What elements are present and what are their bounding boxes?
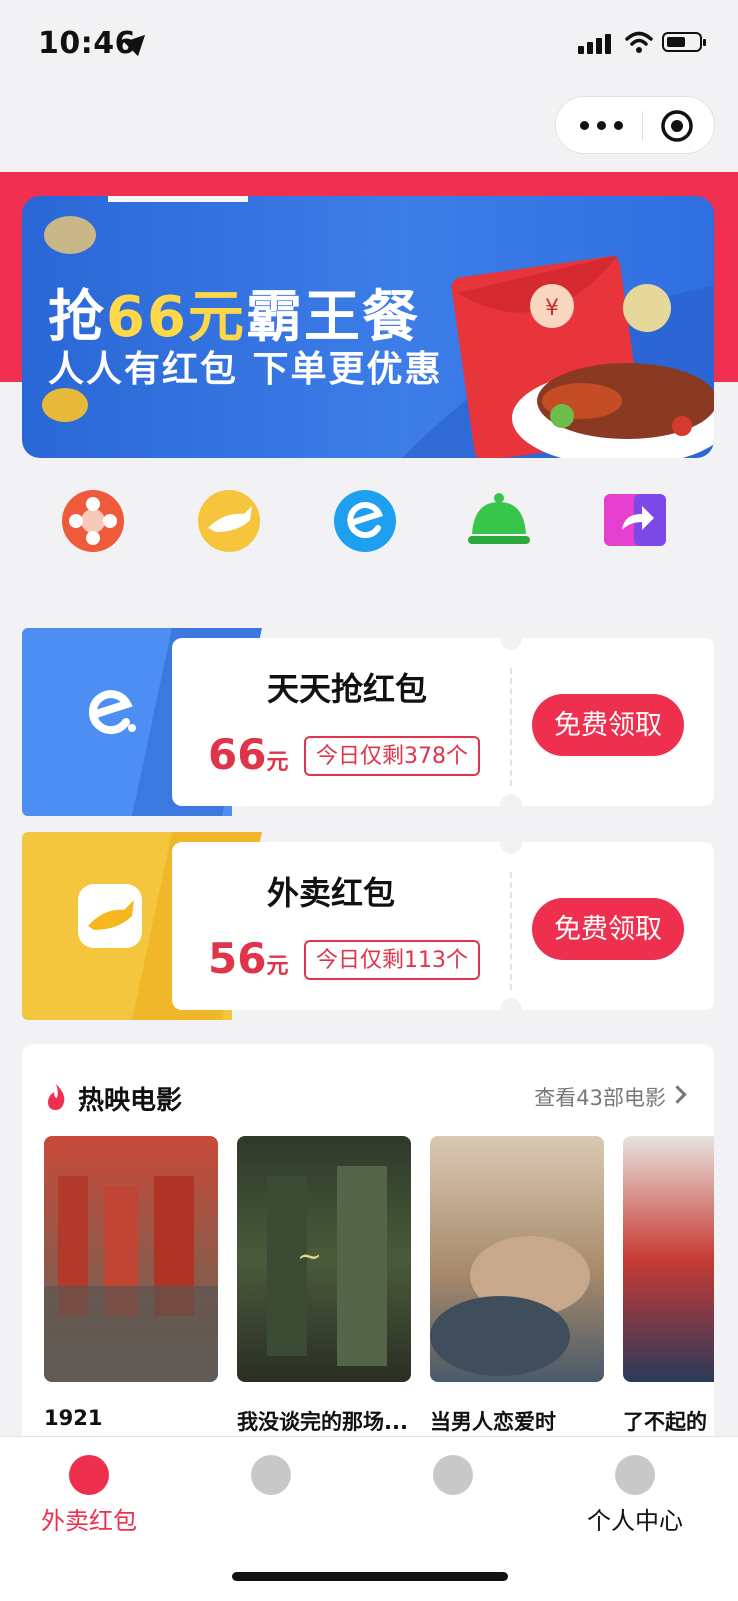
eleme-icon[interactable] — [330, 486, 400, 556]
banner-subtitle: 人人有红包 下单更优惠 — [48, 349, 443, 390]
coupon-amount: 66元 — [208, 730, 289, 779]
miniprogram-capsule — [555, 96, 715, 154]
capsule-divider — [642, 111, 643, 141]
status-time: 10:46 — [38, 26, 136, 61]
tab-profile[interactable]: 个人中心 — [560, 1455, 710, 1535]
status-bar: 10:46 — [0, 0, 738, 100]
kangaroo-tab-icon — [433, 1455, 473, 1495]
section-title: 热映电影 — [78, 1086, 183, 1116]
coupon-stock-badge: 今日仅剩113个 — [304, 940, 480, 980]
coin-decoration — [42, 388, 88, 422]
coupon-divider — [510, 668, 512, 786]
svg-text:~: ~ — [297, 1239, 322, 1274]
movie-reel-icon[interactable] — [58, 486, 128, 556]
share-ticket-icon[interactable] — [600, 486, 670, 556]
food-cloche-icon[interactable] — [464, 486, 534, 556]
movie-title[interactable]: 1921 — [44, 1406, 218, 1430]
coupon-amount: 56元 — [208, 934, 289, 983]
movie-title[interactable]: 了不起的 — [623, 1406, 714, 1436]
kangaroo-logo-icon — [78, 884, 142, 948]
coin-decoration — [44, 216, 96, 254]
movie-poster[interactable] — [430, 1136, 604, 1382]
coupon-title: 外卖红包 — [267, 874, 396, 912]
coupon-card: 外卖红包 56元 今日仅剩113个 免费领取 — [22, 832, 714, 1020]
coupon-card: 天天抢红包 66元 今日仅剩378个 免费领取 — [22, 628, 714, 816]
movie-poster[interactable] — [44, 1136, 218, 1382]
user-avatar-icon — [615, 1455, 655, 1495]
kangaroo-icon[interactable] — [194, 486, 264, 556]
svg-text:¥: ¥ — [545, 296, 559, 321]
movie-poster[interactable]: ~ — [237, 1136, 411, 1382]
view-all-movies-link[interactable]: 查看43部电影 — [534, 1082, 666, 1112]
now-showing-section: 热映电影 查看43部电影 1921 ~ 我没谈完的那场... 当男人恋爱时 了不… — [22, 1044, 714, 1464]
claim-coupon-button[interactable]: 免费领取 — [532, 694, 684, 756]
coupon-divider — [510, 872, 512, 990]
tab-eleme[interactable] — [196, 1455, 346, 1535]
close-miniprogram-icon[interactable] — [660, 109, 694, 143]
battery-icon — [662, 32, 706, 52]
tab-takeout-redpacket[interactable]: 外卖红包 — [14, 1455, 164, 1535]
home-indicator — [232, 1572, 508, 1581]
coupon-title: 天天抢红包 — [267, 670, 428, 708]
wifi-icon — [625, 31, 653, 53]
cellular-signal-icon — [578, 32, 614, 54]
coupon-stock-badge: 今日仅剩378个 — [304, 736, 480, 776]
eleme-tab-icon — [251, 1455, 291, 1495]
more-options-icon[interactable] — [580, 115, 626, 135]
red-packet-icon — [69, 1455, 109, 1495]
movie-poster[interactable] — [623, 1136, 714, 1382]
claim-coupon-button[interactable]: 免费领取 — [532, 898, 684, 960]
flame-icon — [48, 1084, 65, 1110]
eleme-logo-icon — [88, 690, 136, 735]
tab-meituan[interactable] — [378, 1455, 528, 1535]
chevron-right-icon — [668, 1085, 687, 1104]
movie-title[interactable]: 我没谈完的那场... — [237, 1406, 411, 1436]
movie-title[interactable]: 当男人恋爱时 — [430, 1406, 604, 1436]
banner-progress-bar — [108, 196, 248, 202]
